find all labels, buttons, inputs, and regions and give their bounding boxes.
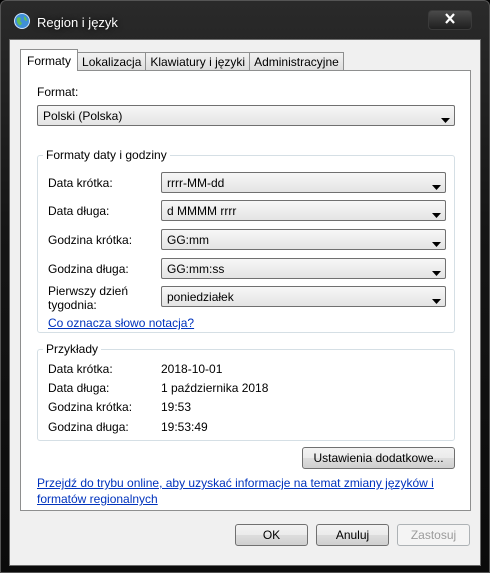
long-date-select[interactable]: d MMMM rrrr bbox=[161, 200, 446, 221]
close-icon bbox=[444, 13, 456, 27]
notation-help-link[interactable]: Co oznacza słowo notacja? bbox=[48, 316, 194, 330]
short-date-label: Data krótka: bbox=[48, 176, 113, 190]
close-button[interactable] bbox=[428, 10, 472, 30]
long-time-select[interactable]: GG:mm:ss bbox=[161, 258, 446, 279]
example-long-date-value: 1 października 2018 bbox=[161, 381, 269, 395]
example-long-date-label: Data długa: bbox=[48, 381, 110, 395]
tab-strip: Formaty Lokalizacja Klawiatury i języki … bbox=[20, 49, 344, 71]
examples-group: Przykłady Data krótka: 2018-10-01 Data d… bbox=[37, 342, 455, 441]
ok-button[interactable]: OK bbox=[235, 524, 308, 546]
chevron-down-icon bbox=[432, 208, 441, 218]
long-date-label: Data długa: bbox=[48, 204, 110, 218]
first-day-label-line1: Pierwszy dzień bbox=[48, 284, 129, 298]
short-time-label: Godzina krótka: bbox=[48, 233, 133, 247]
example-short-date-value: 2018-10-01 bbox=[161, 362, 223, 376]
tab-formaty[interactable]: Formaty bbox=[20, 49, 79, 71]
example-long-time-label: Godzina długa: bbox=[48, 420, 129, 434]
tab-administracyjne[interactable]: Administracyjne bbox=[249, 52, 344, 71]
cancel-button[interactable]: Anuluj bbox=[316, 524, 389, 546]
tab-klawiatury[interactable]: Klawiatury i języki bbox=[145, 52, 251, 71]
chevron-down-icon bbox=[441, 113, 450, 123]
short-date-select[interactable]: rrrr-MM-dd bbox=[161, 172, 446, 193]
chevron-down-icon bbox=[432, 180, 441, 190]
window-title: Region i język bbox=[37, 15, 118, 30]
short-date-value: rrrr-MM-dd bbox=[167, 176, 225, 190]
online-info-link[interactable]: Przejdź do trybu online, aby uzyskać inf… bbox=[37, 475, 434, 507]
date-time-formats-group: Formaty daty i godziny Data krótka: rrrr… bbox=[37, 148, 455, 333]
long-time-label: Godzina długa: bbox=[48, 262, 129, 276]
apply-button[interactable]: Zastosuj bbox=[397, 524, 470, 546]
dialog-client-area: Formaty Lokalizacja Klawiatury i języki … bbox=[9, 39, 481, 566]
format-select-value: Polski (Polska) bbox=[43, 109, 123, 123]
first-day-label-line2: tygodnia: bbox=[48, 298, 97, 312]
example-long-time-value: 19:53:49 bbox=[161, 420, 208, 434]
long-date-value: d MMMM rrrr bbox=[167, 204, 237, 218]
examples-title: Przykłady bbox=[43, 342, 102, 356]
tab-lokalizacja[interactable]: Lokalizacja bbox=[77, 52, 147, 71]
globe-icon bbox=[13, 12, 31, 30]
format-select[interactable]: Polski (Polska) bbox=[37, 105, 455, 126]
additional-settings-button[interactable]: Ustawienia dodatkowe... bbox=[302, 447, 455, 469]
chevron-down-icon bbox=[432, 266, 441, 276]
example-short-date-label: Data krótka: bbox=[48, 362, 113, 376]
example-short-time-value: 19:53 bbox=[161, 400, 192, 414]
title-bar[interactable]: Region i język bbox=[1, 1, 489, 41]
online-info-link-line1[interactable]: Przejdź do trybu online, aby uzyskać inf… bbox=[37, 476, 434, 490]
first-day-value: poniedziałek bbox=[167, 290, 234, 304]
chevron-down-icon bbox=[432, 294, 441, 304]
online-info-link-line2[interactable]: formatów regionalnych bbox=[37, 492, 158, 506]
long-time-value: GG:mm:ss bbox=[167, 262, 225, 276]
example-short-time-label: Godzina krótka: bbox=[48, 400, 133, 414]
format-label: Format: bbox=[37, 85, 79, 99]
chevron-down-icon bbox=[432, 237, 441, 247]
date-time-formats-title: Formaty daty i godziny bbox=[43, 148, 170, 162]
first-day-select[interactable]: poniedziałek bbox=[161, 286, 446, 307]
short-time-value: GG:mm bbox=[167, 233, 209, 247]
region-language-window: Region i język Formaty Lokalizacja Klawi… bbox=[0, 0, 490, 573]
short-time-select[interactable]: GG:mm bbox=[161, 229, 446, 250]
formats-panel: Format: Polski (Polska) Formaty daty i g… bbox=[20, 70, 471, 511]
